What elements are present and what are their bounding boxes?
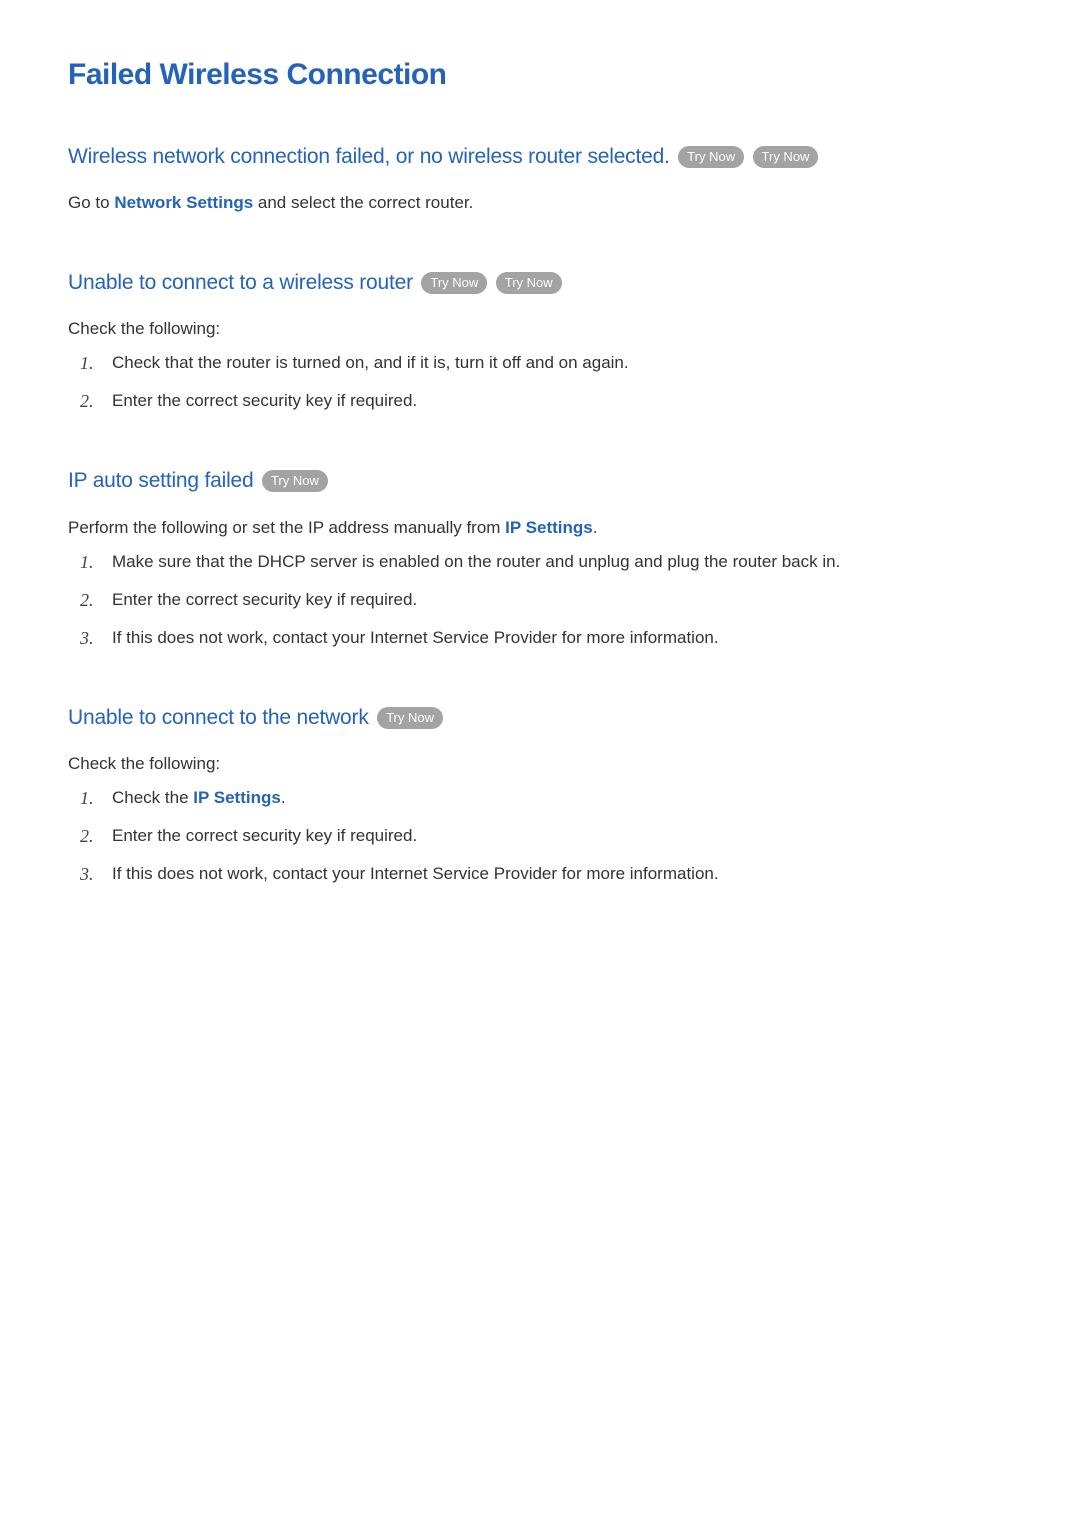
ip-settings-link[interactable]: IP Settings: [505, 518, 593, 537]
section-ip-auto-failed: IP auto setting failed Try Now Perform t…: [68, 468, 1012, 650]
list-item: Check that the router is turned on, and …: [68, 350, 1012, 376]
text-segment: and select the correct router.: [253, 193, 473, 212]
text-segment: Perform the following or set the IP addr…: [68, 518, 505, 537]
steps-list: Check the IP Settings. Enter the correct…: [68, 785, 1012, 887]
list-item: Enter the correct security key if requir…: [68, 823, 1012, 849]
try-now-button[interactable]: Try Now: [377, 707, 443, 729]
try-now-button[interactable]: Try Now: [262, 470, 328, 492]
list-item: Make sure that the DHCP server is enable…: [68, 549, 1012, 575]
ip-settings-link[interactable]: IP Settings: [193, 788, 281, 807]
section-heading: Unable to connect to a wireless router: [68, 271, 413, 294]
text-segment: Check the: [112, 788, 193, 807]
section-heading: IP auto setting failed: [68, 469, 254, 492]
text-segment: .: [593, 518, 598, 537]
list-item: Enter the correct security key if requir…: [68, 388, 1012, 414]
list-item: If this does not work, contact your Inte…: [68, 625, 1012, 651]
heading-row: IP auto setting failed Try Now: [68, 468, 1012, 494]
try-now-button[interactable]: Try Now: [753, 146, 819, 168]
section-unable-connect-router: Unable to connect to a wireless router T…: [68, 270, 1012, 414]
list-item: Enter the correct security key if requir…: [68, 587, 1012, 613]
section-heading: Unable to connect to the network: [68, 706, 369, 729]
steps-list: Check that the router is turned on, and …: [68, 350, 1012, 414]
try-now-button[interactable]: Try Now: [678, 146, 744, 168]
intro-text: Check the following:: [68, 751, 1012, 777]
steps-list: Make sure that the DHCP server is enable…: [68, 549, 1012, 651]
network-settings-link[interactable]: Network Settings: [114, 193, 253, 212]
intro-text: Check the following:: [68, 316, 1012, 342]
heading-row: Unable to connect to the network Try Now: [68, 705, 1012, 731]
page-title: Failed Wireless Connection: [68, 58, 1012, 92]
list-item: Check the IP Settings.: [68, 785, 1012, 811]
try-now-button[interactable]: Try Now: [496, 272, 562, 294]
section-connection-failed: Wireless network connection failed, or n…: [68, 144, 1012, 216]
text-segment: .: [281, 788, 286, 807]
heading-row: Wireless network connection failed, or n…: [68, 144, 1012, 170]
intro-text: Perform the following or set the IP addr…: [68, 515, 1012, 541]
heading-row: Unable to connect to a wireless router T…: [68, 270, 1012, 296]
body-text: Go to Network Settings and select the co…: [68, 190, 1012, 216]
try-now-button[interactable]: Try Now: [421, 272, 487, 294]
section-heading: Wireless network connection failed, or n…: [68, 145, 670, 168]
section-unable-connect-network: Unable to connect to the network Try Now…: [68, 705, 1012, 887]
list-item: If this does not work, contact your Inte…: [68, 861, 1012, 887]
text-segment: Go to: [68, 193, 114, 212]
